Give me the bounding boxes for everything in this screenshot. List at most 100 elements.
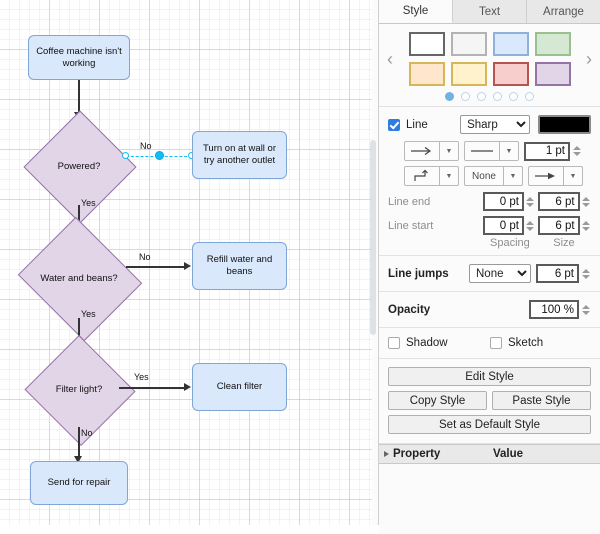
node-outlet[interactable]: Turn on at wall or try another outlet	[192, 131, 287, 179]
node-water[interactable]: Water and beans?	[33, 238, 125, 318]
property-column-header: Property	[393, 448, 493, 460]
paste-style-button[interactable]: Paste Style	[492, 391, 591, 410]
style-swatch-green[interactable]	[535, 32, 571, 56]
tab-arrange[interactable]: Arrange	[527, 0, 600, 23]
node-label: Filter light?	[40, 352, 118, 427]
tab-style[interactable]: Style	[379, 0, 453, 23]
edit-style-button[interactable]: Edit Style	[388, 367, 591, 386]
diagram-canvas[interactable]: Coffee machine isn't working Powered? No…	[0, 0, 372, 525]
format-panel: Style Text Arrange ‹ ›	[378, 0, 600, 525]
edge-start-powered[interactable]	[78, 80, 80, 114]
style-swatch-yellow[interactable]	[451, 62, 487, 86]
chevron-down-icon[interactable]: ▼	[440, 141, 459, 161]
palette-page-dot-5[interactable]	[509, 92, 518, 101]
app-root: Coffee machine isn't working Powered? No…	[0, 0, 600, 525]
line-start-label: Line start	[388, 220, 483, 232]
opacity-label: Opacity	[388, 304, 529, 316]
start-arrow-picker[interactable]: ▼	[404, 141, 459, 161]
line-start-size-input[interactable]: 6 pt	[538, 216, 579, 235]
style-swatch-blue[interactable]	[493, 32, 529, 56]
node-refill[interactable]: Refill water and beans	[192, 242, 287, 290]
line-start-marker-picker[interactable]: None ▼	[464, 166, 523, 186]
node-label: Powered?	[40, 127, 118, 205]
edge-filter-clean[interactable]	[119, 387, 186, 389]
line-style-select[interactable]: Sharp	[460, 115, 530, 134]
palette-pagination	[379, 92, 600, 101]
edge-label-filter-no: No	[81, 428, 93, 438]
tab-text[interactable]: Text	[453, 0, 527, 23]
style-swatch-white[interactable]	[409, 32, 445, 56]
edge-filter-repair[interactable]	[78, 427, 80, 459]
style-swatch-grey[interactable]	[451, 32, 487, 56]
opacity-input[interactable]: 100 %	[529, 300, 579, 319]
palette-prev-icon[interactable]: ‹	[387, 50, 393, 68]
line-end-size-input[interactable]: 6 pt	[538, 192, 579, 211]
canvas-vertical-scrollbar[interactable]	[370, 140, 376, 335]
line-width-stepper[interactable]	[571, 142, 582, 161]
tab-label: Arrange	[543, 6, 584, 18]
palette-page-dot-3[interactable]	[477, 92, 486, 101]
style-actions-section: Edit Style Copy Style Paste Style Set as…	[379, 359, 600, 444]
node-repair[interactable]: Send for repair	[30, 461, 128, 505]
palette-next-icon[interactable]: ›	[586, 50, 592, 68]
tab-label: Text	[479, 6, 500, 18]
property-table-body[interactable]	[379, 464, 600, 534]
line-end-spacing-input[interactable]: 0 pt	[483, 192, 524, 211]
edge-water-refill[interactable]	[126, 266, 186, 268]
line-start-size-stepper[interactable]	[581, 216, 591, 235]
effects-section: Shadow Sketch	[379, 328, 600, 359]
set-default-style-button[interactable]: Set as Default Style	[388, 415, 591, 434]
shadow-label: Shadow	[406, 337, 490, 349]
line-color-swatch[interactable]	[538, 115, 591, 134]
line-checkbox[interactable]	[388, 119, 400, 131]
node-filter[interactable]: Filter light?	[40, 352, 118, 427]
expand-triangle-icon[interactable]	[379, 451, 393, 457]
style-swatch-purple[interactable]	[535, 62, 571, 86]
shadow-checkbox[interactable]	[388, 337, 400, 349]
sketch-checkbox[interactable]	[490, 337, 502, 349]
node-label: Send for repair	[48, 477, 111, 489]
arrow-filled-right-icon[interactable]	[528, 166, 564, 186]
palette-page-dot-6[interactable]	[525, 92, 534, 101]
node-label: Clean filter	[217, 381, 262, 393]
line-jumps-select[interactable]: None	[469, 264, 531, 283]
line-end-size-stepper[interactable]	[581, 192, 591, 211]
line-end-spacing-stepper[interactable]	[525, 192, 535, 211]
line-start-spacing-input[interactable]: 0 pt	[483, 216, 524, 235]
sketch-label: Sketch	[508, 337, 543, 349]
node-start[interactable]: Coffee machine isn't working	[28, 35, 130, 80]
line-jumps-size-input[interactable]: 6 pt	[536, 264, 579, 283]
line-start-row: Line start 0 pt 6 pt	[388, 216, 591, 235]
line-start-marker-value[interactable]: None	[464, 166, 504, 186]
chevron-down-icon[interactable]: ▼	[564, 166, 583, 186]
line-jumps-size-stepper[interactable]	[580, 264, 591, 283]
style-swatch-orange[interactable]	[409, 62, 445, 86]
chevron-down-icon[interactable]: ▼	[504, 166, 523, 186]
line-end-marker-picker[interactable]: ▼	[528, 166, 583, 186]
opacity-section: Opacity 100 %	[379, 292, 600, 328]
style-swatch-red[interactable]	[493, 62, 529, 86]
chevron-down-icon[interactable]: ▼	[440, 166, 459, 186]
orthogonal-route-icon[interactable]	[404, 166, 440, 186]
line-markers-row-1: ▼ ▼ 1 pt	[404, 141, 591, 161]
line-start-spacing-stepper[interactable]	[525, 216, 535, 235]
arrow-water-refill	[184, 262, 191, 270]
solid-line-icon[interactable]	[464, 141, 500, 161]
palette-page-dot-4[interactable]	[493, 92, 502, 101]
node-powered[interactable]: Powered?	[40, 127, 118, 205]
chevron-down-icon[interactable]: ▼	[500, 141, 519, 161]
palette-page-dot-2[interactable]	[461, 92, 470, 101]
line-pattern-picker[interactable]: ▼	[464, 141, 519, 161]
line-width-input[interactable]: 1 pt	[524, 142, 570, 161]
line-enable-row: Line Sharp	[388, 115, 591, 134]
arrow-filled-right-glyph	[533, 171, 559, 181]
arrow-right-plain-icon[interactable]	[404, 141, 440, 161]
opacity-stepper[interactable]	[580, 300, 591, 319]
edge-source-handle[interactable]	[122, 152, 129, 159]
copy-style-button[interactable]: Copy Style	[388, 391, 487, 410]
node-label: Coffee machine isn't working	[34, 46, 124, 70]
node-clean[interactable]: Clean filter	[192, 363, 287, 411]
waypoint-style-picker[interactable]: ▼	[404, 166, 459, 186]
edge-midpoint-handle[interactable]	[155, 151, 164, 160]
palette-page-dot-1[interactable]	[445, 92, 454, 101]
